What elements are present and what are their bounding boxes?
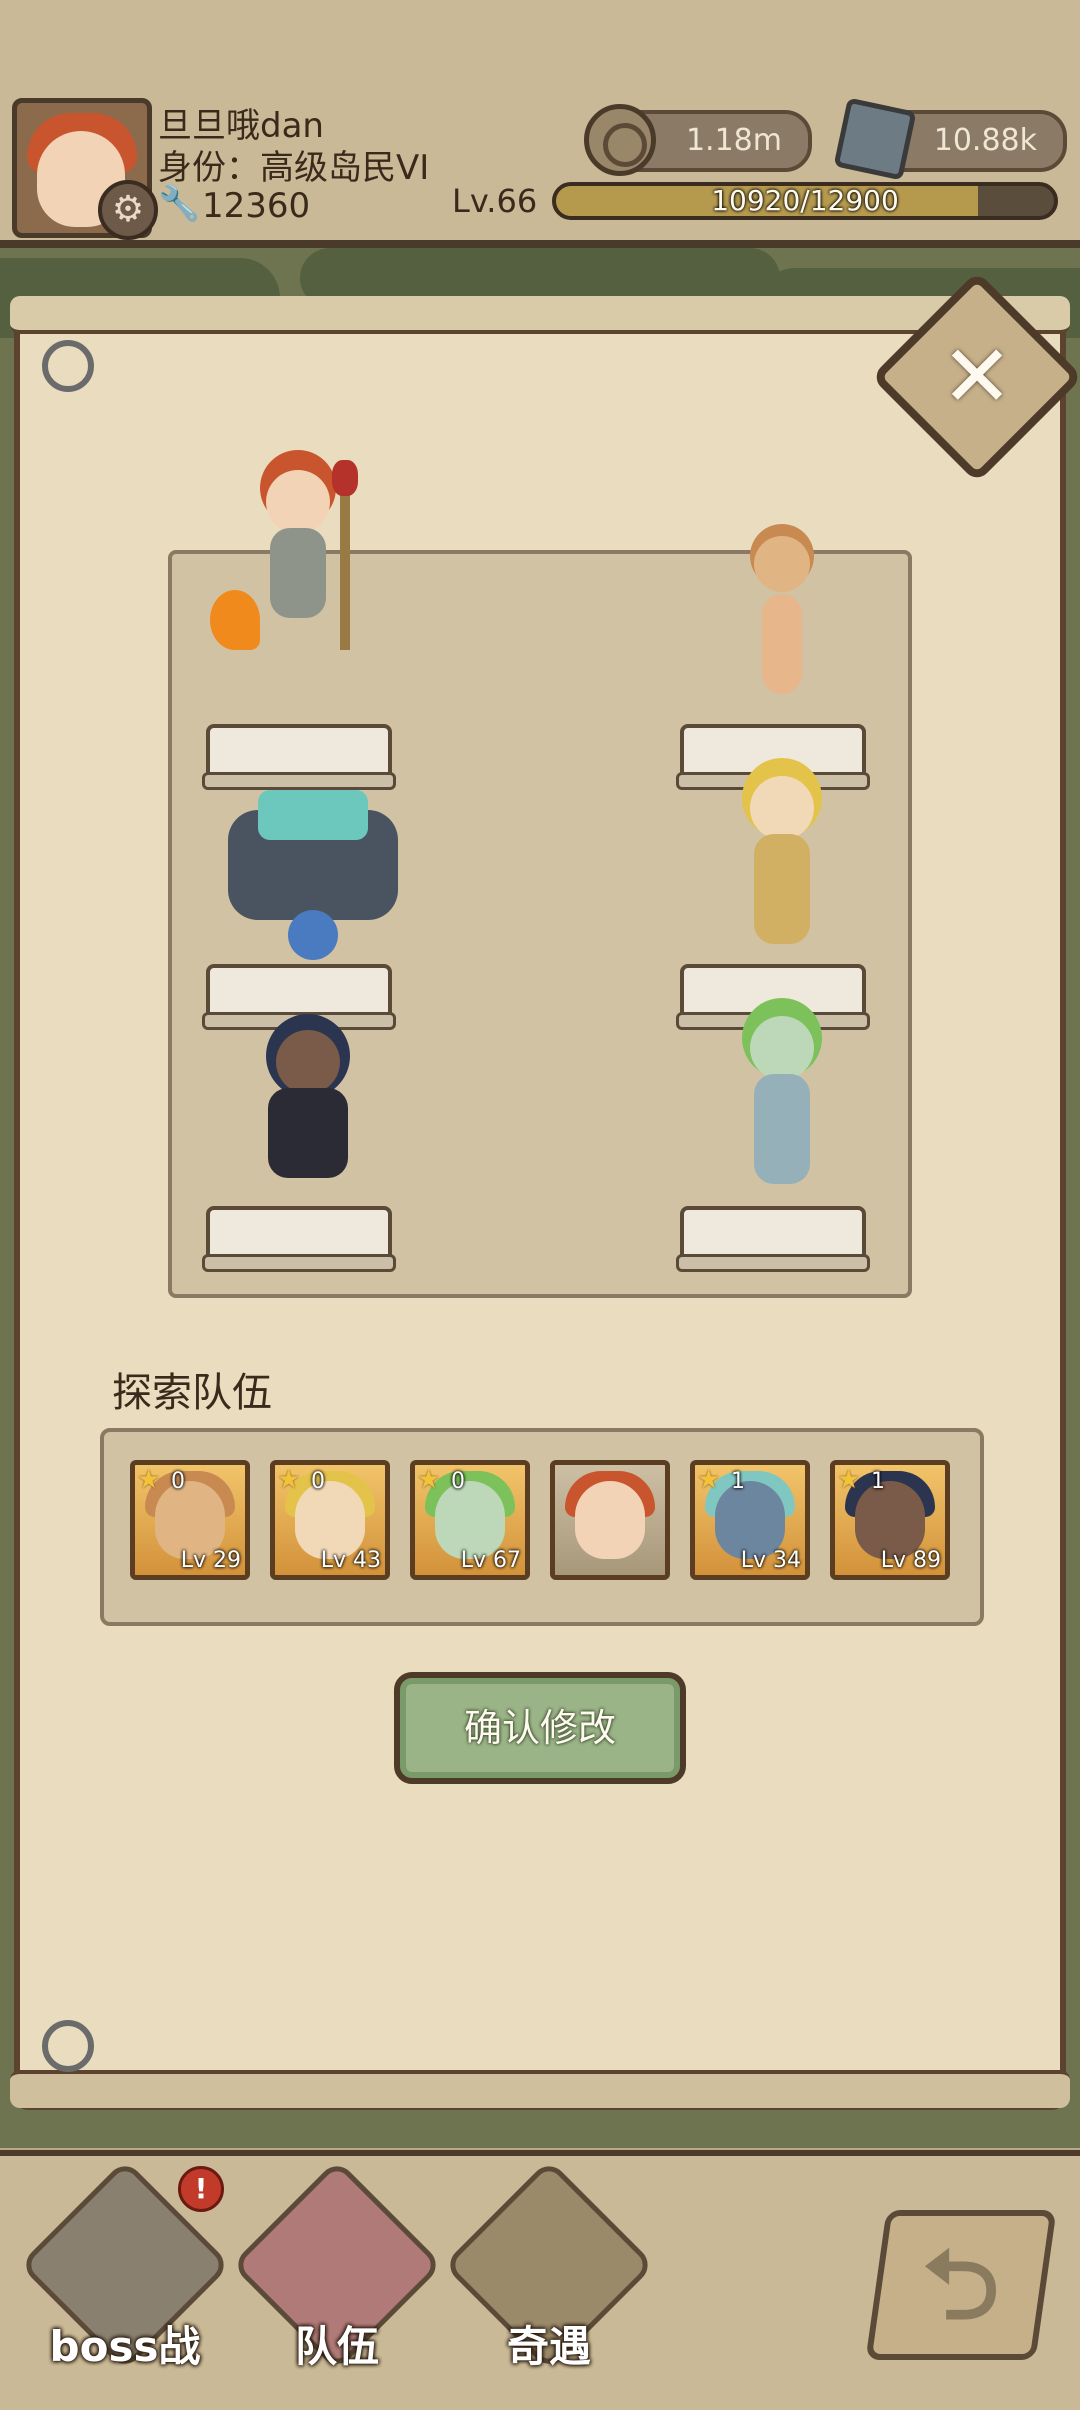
unit-green-hair-stone-girl[interactable] bbox=[712, 1016, 852, 1186]
player-identity: 身份：高级岛民VI bbox=[158, 148, 430, 188]
nav-boss-battle-label: boss战 bbox=[49, 2322, 201, 2371]
member-level: Lv 29 bbox=[180, 1548, 241, 1573]
formation-slot[interactable] bbox=[676, 1206, 870, 1272]
star-count: 1 bbox=[731, 1469, 745, 1494]
unit-crystal-golem[interactable] bbox=[228, 790, 398, 960]
member-portrait bbox=[575, 1481, 645, 1559]
settings-gear-icon[interactable]: ⚙ bbox=[98, 180, 158, 240]
nav-team-label: 队伍 bbox=[294, 2322, 379, 2371]
scroll-top-roll bbox=[10, 296, 1070, 334]
member-level: Lv 34 bbox=[740, 1548, 801, 1573]
scroll-ring-icon bbox=[42, 2020, 94, 2072]
scroll-bottom-roll bbox=[10, 2070, 1070, 2108]
header-divider bbox=[0, 240, 1080, 248]
player-level: Lv.66 bbox=[452, 182, 538, 220]
member-level: Lv 67 bbox=[460, 1548, 521, 1573]
star-count: 0 bbox=[451, 1469, 465, 1494]
team-member-card[interactable]: ★ 1 Lv 34 bbox=[690, 1460, 810, 1580]
member-level: Lv 43 bbox=[320, 1548, 381, 1573]
team-member-card[interactable] bbox=[550, 1460, 670, 1580]
coin-icon bbox=[584, 104, 656, 176]
nav-team[interactable]: 队伍 bbox=[230, 2158, 444, 2380]
formation-slot[interactable] bbox=[202, 724, 396, 790]
unit-tailed-imp-girl[interactable] bbox=[712, 536, 852, 706]
confirm-changes-label[interactable]: 确认修改 bbox=[394, 1672, 686, 1784]
member-level: Lv 89 bbox=[880, 1548, 941, 1573]
unit-yellow-hair-fighter[interactable] bbox=[712, 776, 852, 946]
notification-badge: ! bbox=[178, 2166, 224, 2212]
star-count: 0 bbox=[311, 1469, 325, 1494]
formation-slot[interactable] bbox=[676, 724, 870, 790]
star-icon: ★ bbox=[137, 1465, 161, 1495]
wrench-icon: 🔧 bbox=[158, 184, 201, 224]
star-count: 1 bbox=[871, 1469, 885, 1494]
nav-adventure-label: 奇遇 bbox=[506, 2322, 591, 2371]
xp-progress-bar: 10920/12900 bbox=[552, 182, 1058, 220]
formation-slot[interactable] bbox=[202, 1206, 396, 1272]
back-arrow-icon[interactable]: ⮌ bbox=[876, 2210, 1046, 2360]
xp-progress-text: 10920/12900 bbox=[711, 184, 899, 217]
nav-adventure[interactable]: 奇遇 bbox=[442, 2158, 656, 2380]
team-member-card[interactable]: ★ 0 Lv 43 bbox=[270, 1460, 390, 1580]
star-icon: ★ bbox=[417, 1465, 441, 1495]
close-icon[interactable]: ✕ bbox=[918, 318, 1036, 436]
scroll-ring-icon bbox=[42, 340, 94, 392]
unit-shadow-cloak-girl[interactable] bbox=[238, 1030, 378, 1200]
team-member-card[interactable]: ★ 1 Lv 89 bbox=[830, 1460, 950, 1580]
player-power: 12360 bbox=[202, 186, 311, 226]
team-member-card[interactable]: ★ 0 Lv 67 bbox=[410, 1460, 530, 1580]
star-count: 0 bbox=[171, 1469, 185, 1494]
star-icon: ★ bbox=[837, 1465, 861, 1495]
star-icon: ★ bbox=[697, 1465, 721, 1495]
team-section-title: 探索队伍 bbox=[112, 1370, 272, 1416]
star-icon: ★ bbox=[277, 1465, 301, 1495]
team-member-card[interactable]: ★ 0 Lv 29 bbox=[130, 1460, 250, 1580]
formation-slot[interactable] bbox=[202, 964, 396, 1030]
formation-slot[interactable] bbox=[676, 964, 870, 1030]
stone-gem-icon bbox=[833, 97, 917, 181]
unit-fire-staff-mage[interactable] bbox=[210, 460, 368, 650]
